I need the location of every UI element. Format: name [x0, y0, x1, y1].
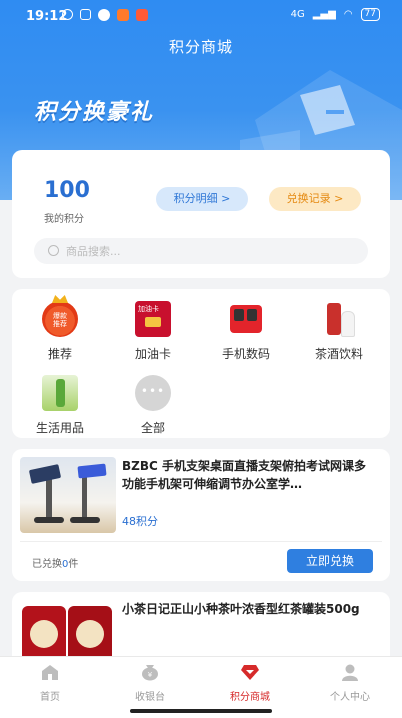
- app-notification-icon: [80, 9, 91, 20]
- product-card[interactable]: BZBC 手机支架桌面直播支架俯拍考试网课多功能手机架可伸缩调节办公室学… 48…: [12, 449, 390, 581]
- tab-home[interactable]: 首页: [0, 663, 100, 703]
- divider: [20, 541, 382, 542]
- tab-label: 首页: [40, 692, 60, 703]
- battery-icon: 77: [360, 8, 380, 21]
- product-title: 小茶日记正山小种茶叶浓香型红茶罐装500g: [122, 602, 360, 616]
- tab-points-mall[interactable]: 积分商城: [200, 663, 300, 703]
- home-icon: [42, 665, 58, 680]
- points-card: 100 我的积分 积分明细 > 兑换记录 > 商品搜索...: [12, 150, 390, 278]
- sold-suffix: 件: [68, 559, 79, 570]
- penguin-icon: [98, 9, 110, 21]
- alarm-icon: [62, 9, 73, 20]
- tab-label: 收银台: [135, 692, 165, 703]
- category-grid: 爆款 推荐 推荐 加油卡 加油卡 手机数码 茶酒饮料 生活用品 ••• 全部: [12, 289, 390, 438]
- tea-wine-icon: [321, 301, 357, 337]
- gem-icon: [241, 665, 259, 680]
- fuel-card-icon: 加油卡: [135, 301, 171, 337]
- banner-slogan: 积分换豪礼: [34, 100, 155, 125]
- phone-digital-icon: [228, 301, 264, 337]
- search-icon: [48, 245, 59, 256]
- home-indicator: [130, 709, 272, 713]
- redeem-button[interactable]: 立即兑换: [287, 549, 373, 573]
- points-value: 100: [44, 178, 90, 203]
- category-tea-wine[interactable]: 茶酒饮料: [299, 301, 379, 362]
- category-label: 茶酒饮料: [314, 347, 363, 361]
- product-title: BZBC 手机支架桌面直播支架俯拍考试网课多功能手机架可伸缩调节办公室学…: [122, 459, 366, 491]
- video-app-icon: [136, 9, 148, 21]
- recommend-badge-icon: 爆款 推荐: [42, 295, 78, 337]
- notification-icons: [62, 9, 148, 21]
- user-icon: [342, 664, 358, 681]
- search-input[interactable]: 商品搜索...: [34, 238, 368, 264]
- tab-label: 积分商城: [230, 692, 270, 703]
- cashier-icon: ¥: [142, 665, 158, 681]
- category-fuel-card[interactable]: 加油卡 加油卡: [113, 301, 193, 362]
- category-label: 手机数码: [221, 347, 270, 361]
- category-recommend[interactable]: 爆款 推荐 推荐: [20, 295, 100, 362]
- category-label: 全部: [140, 421, 165, 435]
- category-daily-goods[interactable]: 生活用品: [20, 375, 100, 436]
- daily-goods-icon: [42, 375, 78, 411]
- points-label: 我的积分: [44, 214, 84, 225]
- category-phone-digital[interactable]: 手机数码: [206, 301, 286, 362]
- svg-text:¥: ¥: [148, 671, 153, 679]
- tab-label: 个人中心: [330, 692, 370, 703]
- points-detail-button[interactable]: 积分明细 >: [156, 187, 248, 211]
- shop-app-icon: [117, 9, 129, 21]
- search-placeholder: 商品搜索...: [66, 245, 121, 258]
- signal-icon: 4G: [290, 9, 305, 20]
- more-dots-icon: •••: [135, 375, 171, 411]
- status-bar: 19:12 4G ▂▄▆ ◠ 77: [0, 0, 402, 34]
- category-label: 生活用品: [35, 421, 84, 435]
- signal-bars-icon: ▂▄▆: [312, 9, 336, 20]
- category-label: 加油卡: [134, 347, 171, 361]
- tab-profile[interactable]: 个人中心: [300, 663, 400, 703]
- product-sold: 已兑换0件: [32, 555, 78, 570]
- category-all[interactable]: ••• 全部: [113, 375, 193, 436]
- status-right: 4G ▂▄▆ ◠ 77: [291, 8, 380, 21]
- category-label: 推荐: [47, 347, 72, 361]
- wifi-icon: ◠: [343, 9, 353, 20]
- exchange-record-button[interactable]: 兑换记录 >: [269, 187, 361, 211]
- product-image: [20, 457, 116, 533]
- product-price: 48积分: [122, 515, 158, 528]
- sold-prefix: 已兑换: [32, 559, 62, 570]
- page-title: 积分商城: [168, 38, 233, 56]
- tab-cashier[interactable]: ¥ 收银台: [100, 663, 200, 703]
